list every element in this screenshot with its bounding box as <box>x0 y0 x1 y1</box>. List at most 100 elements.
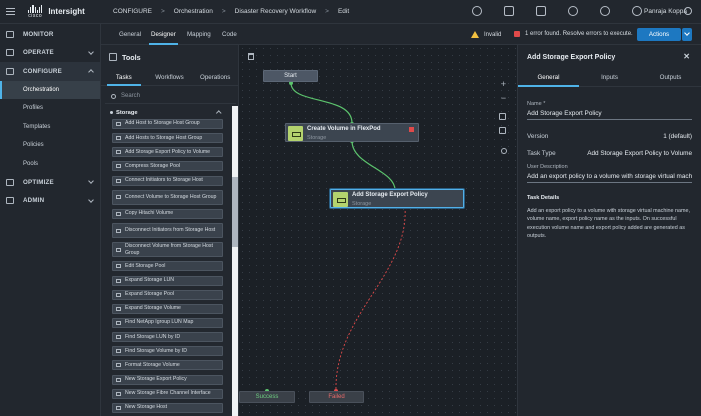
tool-item[interactable]: New Storage Host <box>112 402 223 413</box>
nav-sub-orchestration[interactable]: Orchestration <box>0 80 100 99</box>
tool-item[interactable]: Expand Storage LUN <box>112 275 223 286</box>
task-node-create-volume[interactable]: Create Volume in FlexPod Storage <box>285 123 419 142</box>
name-field[interactable]: Add Storage Export Policy <box>527 107 692 120</box>
tools-scrollbar-thumb[interactable] <box>232 177 238 247</box>
tool-item[interactable]: Connect Volume to Storage Host Group <box>112 189 223 205</box>
tools-search[interactable]: Search <box>105 89 236 104</box>
tool-item[interactable]: Find Storage LUN by ID <box>112 332 223 343</box>
tab-operations[interactable]: Operations <box>192 69 238 85</box>
tool-item[interactable]: Copy Hitachi Volume <box>112 208 223 219</box>
error-summary[interactable]: 1 error found. Resolve errors to execute… <box>514 31 633 37</box>
tool-item-label: Expand Storage LUN <box>125 276 175 283</box>
tool-item[interactable]: Connect Initiators to Storage Host <box>112 175 223 186</box>
nav-operate[interactable]: OPERATE <box>0 44 100 63</box>
tab-panel-inputs[interactable]: Inputs <box>579 69 640 86</box>
tab-panel-general[interactable]: General <box>518 69 579 87</box>
nav-sub-policies[interactable]: Policies <box>0 136 100 155</box>
chevron-down-icon <box>88 48 94 55</box>
breadcrumb-workflow[interactable]: Disaster Recovery Workflow <box>235 8 317 15</box>
tool-item[interactable]: Compress Storage Pool <box>112 161 223 172</box>
tool-item-label: Disconnect Volume from Storage Host Grou… <box>125 242 213 256</box>
nav-sub-profiles[interactable]: Profiles <box>0 99 100 118</box>
breadcrumb-orchestration[interactable]: Orchestration <box>174 8 213 15</box>
tool-item-label: Add Hosts to Storage Host Group <box>125 134 203 141</box>
breadcrumb-edit: Edit <box>337 8 350 15</box>
tool-item[interactable]: Add Host to Storage Host Group <box>112 119 223 129</box>
chevron-down-icon <box>88 196 94 203</box>
tab-workflows[interactable]: Workflows <box>147 69 193 85</box>
tool-item[interactable]: Edit Storage Pool <box>112 261 223 272</box>
error-icon[interactable] <box>409 127 414 132</box>
tool-item[interactable]: Find Storage Volume by ID <box>112 346 223 357</box>
logo[interactable]: cisco Intersight <box>28 4 85 19</box>
nav-sub-templates[interactable]: Templates <box>0 118 100 137</box>
tab-designer[interactable]: Designer <box>149 31 178 45</box>
tool-item[interactable]: Expand Storage Volume <box>112 303 223 314</box>
category-storage[interactable]: Storage <box>101 107 238 118</box>
nav-configure[interactable]: CONFIGURE <box>0 62 100 81</box>
menu-icon[interactable] <box>0 7 20 16</box>
tool-item[interactable]: New Storage Export Policy <box>112 374 223 385</box>
success-node[interactable]: Success <box>239 391 295 403</box>
nav-label: MONITOR <box>23 30 54 38</box>
failed-node[interactable]: Failed <box>309 391 364 403</box>
tool-item-label: New Storage Fibre Channel Interface <box>125 390 211 397</box>
nav-sub-pools[interactable]: Pools <box>0 155 100 174</box>
tool-item-label: Copy Hitachi Volume <box>125 210 174 217</box>
task-name: Add Storage Export Policy <box>352 192 428 198</box>
nav-monitor[interactable]: MONITOR <box>0 25 100 44</box>
breadcrumb-separator: > <box>161 8 165 15</box>
version-label: Version <box>527 133 549 140</box>
tab-panel-outputs[interactable]: Outputs <box>640 69 701 86</box>
close-icon[interactable]: ✕ <box>683 52 690 61</box>
search-input[interactable]: Search <box>121 93 140 99</box>
nav-optimize[interactable]: OPTIMIZE <box>0 173 100 192</box>
panel-title: Add Storage Export Policy <box>527 53 616 61</box>
drag-handle-icon <box>116 164 121 169</box>
task-node-add-export-policy[interactable]: Add Storage Export Policy Storage <box>330 189 464 208</box>
tool-item[interactable]: Disconnect Volume from Storage Host Grou… <box>112 242 223 258</box>
task-category: Storage <box>352 201 372 207</box>
requests-icon[interactable] <box>504 6 514 16</box>
task-details-title: Task Details <box>527 195 560 201</box>
actions-dropdown-button[interactable] <box>682 28 692 41</box>
user-description-field[interactable]: Add an export policy to a volume with st… <box>527 170 692 183</box>
wire-task2-failure <box>335 206 406 392</box>
tab-code[interactable]: Code <box>222 31 237 38</box>
notification-bell-icon[interactable] <box>472 6 482 16</box>
nav-label: CONFIGURE <box>23 67 62 75</box>
drag-handle-icon <box>116 150 121 155</box>
actions-button[interactable]: Actions <box>637 28 681 41</box>
tools-title: Tools <box>122 52 141 62</box>
gear-icon[interactable] <box>600 6 610 16</box>
task-details-text: Add an export policy to a volume with st… <box>527 208 691 240</box>
cisco-logo: cisco <box>28 4 43 19</box>
drag-handle-icon <box>116 292 121 297</box>
nav-admin[interactable]: ADMIN <box>0 192 100 211</box>
task-type-value: Add Storage Export Policy to Volume <box>587 150 692 157</box>
user-icon[interactable] <box>684 7 692 15</box>
tool-item[interactable]: Format Storage Volume <box>112 360 223 371</box>
user-name[interactable]: Panraja Koppa <box>644 8 687 15</box>
tool-item[interactable]: Expand Storage Pool <box>112 289 223 300</box>
tab-general[interactable]: General <box>119 31 141 38</box>
start-node[interactable]: Start <box>263 70 318 82</box>
task-type-label: Task Type <box>527 150 556 157</box>
tools-scrollbar-track[interactable] <box>232 106 238 416</box>
help-icon[interactable] <box>632 6 642 16</box>
tool-item[interactable]: Disconnect Initiators from Storage Host <box>112 223 223 239</box>
announcements-icon[interactable] <box>536 6 546 16</box>
search-icon[interactable] <box>568 6 578 16</box>
tool-item[interactable]: Add Hosts to Storage Host Group <box>112 133 223 144</box>
tool-item[interactable]: New Storage Fibre Channel Interface <box>112 388 223 399</box>
breadcrumb-configure[interactable]: CONFIGURE <box>113 8 152 15</box>
tool-item[interactable]: Find NetApp Igroup LUN Map <box>112 317 223 328</box>
workflow-connections <box>265 81 407 393</box>
wire-task1-to-task2 <box>351 140 396 191</box>
left-nav: MONITOR OPERATE CONFIGURE Orchestration … <box>0 24 101 416</box>
tool-item[interactable]: Add Storage Export Policy to Volume <box>112 147 223 158</box>
designer-canvas[interactable]: + − Start Create Volume in FlexPod Stora… <box>239 45 517 416</box>
tab-mapping[interactable]: Mapping <box>187 31 211 38</box>
tab-tasks[interactable]: Tasks <box>101 69 147 86</box>
drag-handle-icon <box>116 391 121 396</box>
